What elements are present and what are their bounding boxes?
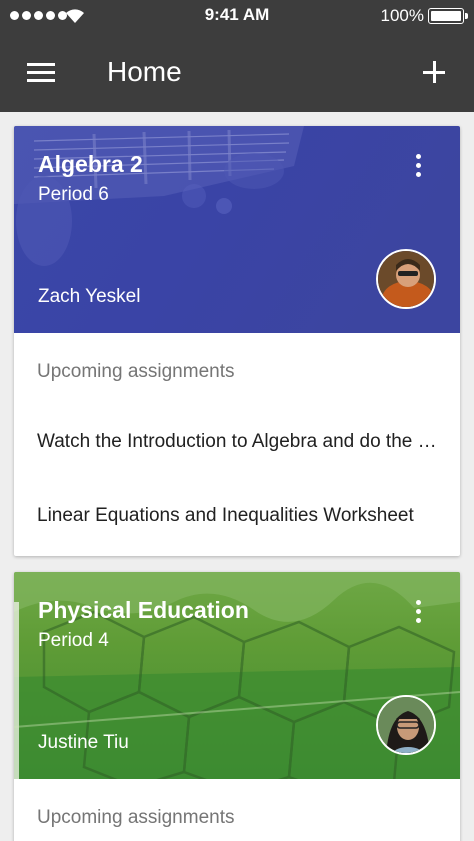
menu-icon[interactable]	[20, 54, 62, 90]
app-bar: Home	[0, 32, 474, 112]
class-period: Period 4	[38, 630, 109, 651]
add-icon[interactable]	[414, 52, 454, 92]
teacher-avatar	[376, 249, 436, 309]
teacher-name: Justine Tiu	[38, 732, 129, 753]
class-name: Algebra 2	[38, 151, 143, 177]
class-card-algebra[interactable]: Algebra 2 Period 6 Zach Yeskel Upcoming …	[14, 126, 460, 556]
teacher-avatar	[376, 695, 436, 755]
page-title: Home	[107, 56, 182, 87]
class-name: Physical Education	[38, 597, 249, 623]
more-options-icon[interactable]	[398, 600, 438, 630]
teacher-name: Zach Yeskel	[38, 286, 141, 307]
more-options-icon[interactable]	[398, 154, 438, 184]
class-card-header[interactable]: Algebra 2 Period 6 Zach Yeskel	[14, 126, 460, 333]
class-card-physical-education[interactable]: Physical Education Period 4 Justine Tiu …	[14, 572, 460, 841]
class-period: Period 6	[38, 184, 109, 205]
upcoming-assignments-label: Upcoming assignments	[37, 361, 235, 382]
battery-percentage: 100%	[380, 6, 424, 25]
status-bar: 9:41 AM 100%	[0, 0, 474, 32]
upcoming-assignments-label: Upcoming assignments	[37, 807, 235, 828]
assignment-item[interactable]: Watch the Introduction to Algebra and do…	[14, 405, 460, 479]
battery-icon	[428, 8, 468, 24]
assignment-item[interactable]: Linear Equations and Inequalities Worksh…	[14, 479, 460, 553]
class-card-header[interactable]: Physical Education Period 4 Justine Tiu	[14, 572, 460, 779]
